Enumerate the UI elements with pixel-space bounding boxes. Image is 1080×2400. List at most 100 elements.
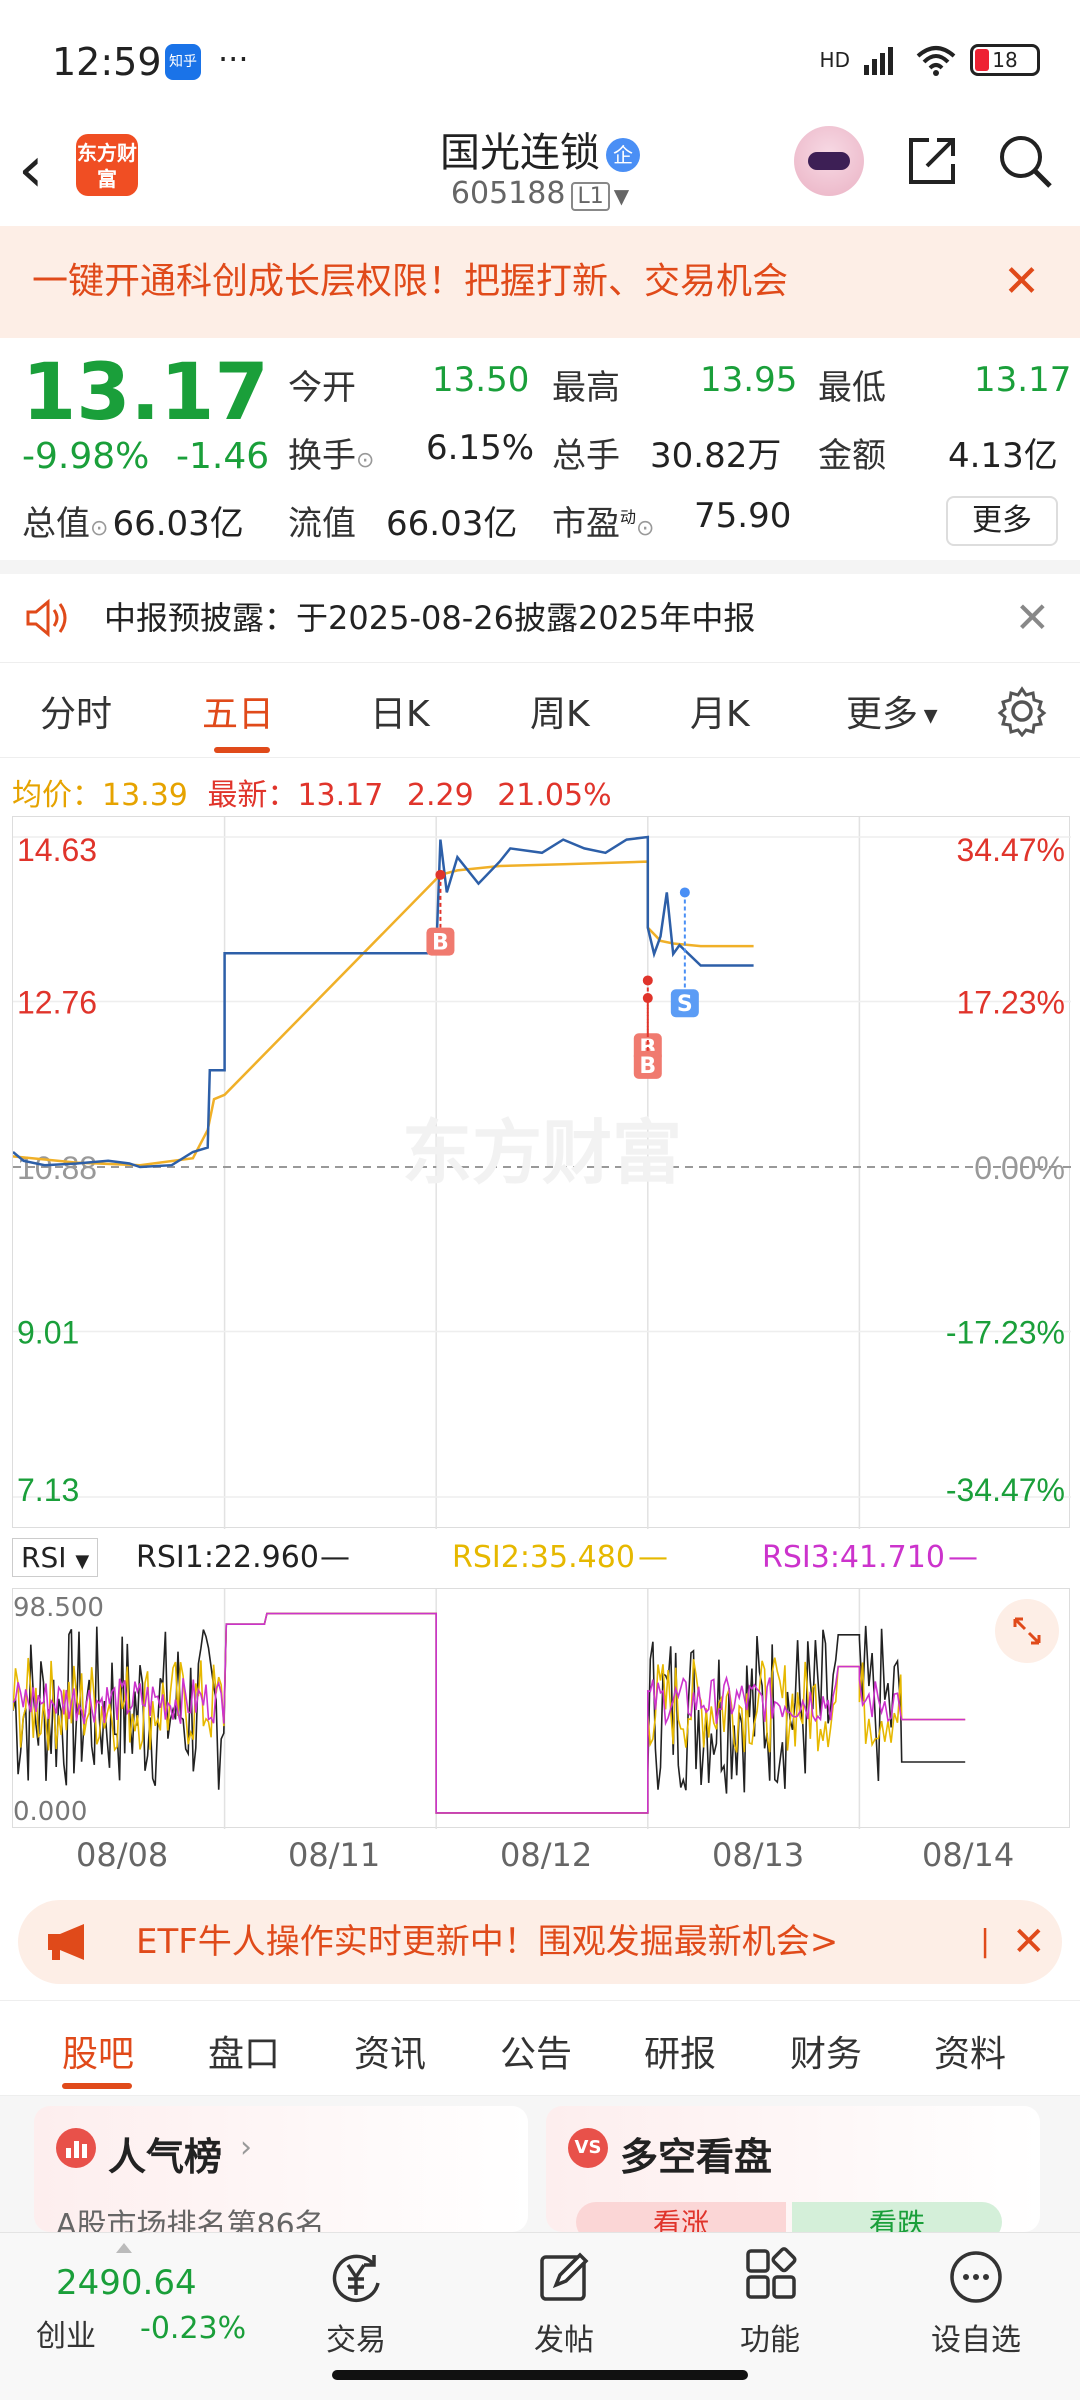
more-button[interactable]: 更多	[946, 496, 1058, 546]
bull-bear-card[interactable]: VS 多空看盘 看涨 看跌	[546, 2106, 1040, 2232]
tab-news[interactable]: 资讯	[354, 2025, 426, 2077]
rsi-legend: RSI ▼ RSI1:22.960— RSI2:35.480— RSI3:41.…	[12, 1534, 1070, 1584]
trade-marker-label: B	[432, 931, 449, 956]
five-day-chart[interactable]: 东方财富 14.63 34.47% 12.76 17.23% 10.88 0.00% 9.01…	[12, 816, 1071, 1529]
change-amount: -1.46	[176, 436, 270, 477]
info-icon: ⊙	[636, 516, 655, 541]
y-tick-left: 12.76	[17, 985, 97, 1021]
current-price: 13.17	[22, 348, 269, 438]
signal-icon	[864, 47, 893, 75]
settings-gear-icon[interactable]	[996, 685, 1048, 737]
banner-close-icon[interactable]: ✕	[1003, 226, 1040, 338]
quote-value: 4.13亿	[948, 436, 1058, 476]
rsi-selector[interactable]: RSI ▼	[12, 1538, 99, 1577]
quote-field: 总手	[552, 436, 620, 476]
more-circle-icon	[950, 2251, 1002, 2303]
tab-research[interactable]: 研报	[644, 2025, 716, 2077]
rsi-max-label: 98.500	[13, 1593, 104, 1623]
trade-marker-dot	[435, 869, 446, 880]
nav-trade-label: 交易	[326, 2323, 386, 2358]
trade-marker-dot	[642, 993, 653, 1004]
chart-bar-icon	[56, 2128, 96, 2168]
tab-five-day[interactable]: 五日	[202, 685, 274, 737]
popularity-card[interactable]: 人气榜 › A股市场排名第86名	[34, 2106, 528, 2232]
battery-icon: 18	[970, 44, 1040, 76]
info-icon: ⊙	[90, 516, 109, 541]
divider	[0, 560, 1080, 574]
tab-pankou[interactable]: 盘口	[208, 2025, 280, 2077]
info-icon: ⊙	[356, 448, 375, 473]
bullish-button[interactable]: 看涨	[576, 2202, 786, 2232]
tab-guba[interactable]: 股吧	[62, 2025, 134, 2077]
notice-close-icon[interactable]: ✕	[1015, 574, 1050, 662]
caret-down-icon: ▼	[75, 1551, 90, 1572]
y-tick-left: 9.01	[17, 1315, 79, 1351]
nav-functions[interactable]: 功能	[700, 2247, 840, 2359]
bearish-button[interactable]: 看跌	[792, 2202, 1002, 2232]
avg-price: 13.39	[102, 778, 188, 813]
y-tick-left: 10.88	[17, 1150, 97, 1186]
nav-add-watchlist[interactable]: 设自选	[906, 2247, 1046, 2359]
rsi1-line	[12, 1612, 966, 1814]
etf-close-icon[interactable]: ✕	[1012, 1900, 1046, 1984]
tab-fenshi[interactable]: 分时	[40, 685, 112, 737]
enterprise-badge: 企	[606, 138, 640, 172]
index-name: 创业	[36, 2319, 96, 2354]
popularity-rank: A股市场排名第86名	[56, 2208, 325, 2232]
notice-bar[interactable]: 中报预披露：于2025-08-26披露2025年中报 ✕	[0, 574, 1080, 662]
y-tick-left: 7.13	[17, 1472, 79, 1508]
status-time: 12:59	[52, 40, 162, 84]
popularity-title: 人气榜	[108, 2135, 223, 2179]
rsi3-value: RSI3:41.710	[762, 1540, 945, 1575]
search-icon[interactable]	[996, 132, 1054, 190]
dropdown-caret-icon[interactable]: ▼	[614, 184, 629, 208]
price-summary: 均价：13.39 最新：13.17 2.29 21.05%	[12, 778, 612, 813]
tab-weekly-k[interactable]: 周K	[530, 685, 590, 737]
latest-change: 2.29	[406, 778, 474, 813]
tab-announcements[interactable]: 公告	[500, 2025, 572, 2077]
change-percent: -9.98%	[22, 436, 150, 477]
nav-functions-label: 功能	[740, 2323, 800, 2358]
feature-cards: 人气榜 › A股市场排名第86名 VS 多空看盘 看涨 看跌	[0, 2096, 1080, 2232]
assistant-robot-icon[interactable]	[794, 126, 864, 196]
rsi1-value: RSI1:22.960	[136, 1540, 319, 1575]
quote-panel: 13.17 -9.98% -1.46 今开 13.50 最高 13.95 最低 …	[0, 338, 1080, 560]
promo-banner[interactable]: 一键开通科创成长层权限！把握打新、交易机会 ✕	[0, 226, 1080, 338]
trade-marker-dot	[679, 887, 690, 898]
tab-finance[interactable]: 财务	[790, 2025, 862, 2077]
quote-value: 6.15%	[426, 428, 535, 468]
rsi-min-label: 0.000	[13, 1797, 88, 1827]
nav-trade[interactable]: 交易	[286, 2247, 426, 2359]
quote-field: 最低	[818, 368, 886, 408]
share-icon[interactable]	[905, 134, 959, 188]
expand-icon[interactable]	[995, 1599, 1059, 1663]
status-bar: 12:59 知乎 ··· HD 18	[0, 0, 1080, 120]
tab-profile[interactable]: 资料	[934, 2025, 1006, 2077]
trade-marker-label: S	[677, 992, 693, 1017]
tab-monthly-k[interactable]: 月K	[690, 685, 750, 737]
promo-banner-text: 一键开通科创成长层权限！把握打新、交易机会	[32, 261, 789, 302]
status-indicators: HD 18	[820, 44, 1040, 76]
tab-more[interactable]: 更多 ▼	[846, 685, 938, 737]
grid-apps-icon	[746, 2247, 797, 2299]
index-value: 2490.64	[56, 2263, 197, 2303]
etf-banner[interactable]: ETF牛人操作实时更新中！围观发掘最新机会> | ✕	[18, 1900, 1062, 1984]
active-tab-underline	[214, 747, 270, 753]
rsi-chart[interactable]: 98.500 0.000	[12, 1588, 1070, 1829]
battery-level: 18	[992, 48, 1018, 72]
nav-post[interactable]: 发帖	[494, 2247, 634, 2359]
y-tick-right: 34.47%	[956, 832, 1065, 868]
date-label: 08/11	[288, 1836, 381, 1874]
quote-value: 13.95	[700, 360, 798, 400]
quote-value: 66.03亿	[386, 504, 518, 544]
date-label: 08/08	[76, 1836, 169, 1874]
feed-tabs: 股吧 盘口 资讯 公告 研报 财务 资料	[0, 2000, 1080, 2096]
quote-field: 换手⊙	[288, 436, 375, 476]
etf-banner-text: ETF牛人操作实时更新中！围观发掘最新机会>	[136, 1922, 839, 1962]
home-indicator	[332, 2370, 748, 2380]
latest-change-pct: 21.05%	[497, 778, 612, 813]
trade-yen-icon	[332, 2254, 380, 2303]
y-tick-right: -17.23%	[946, 1315, 1065, 1351]
tab-daily-k[interactable]: 日K	[370, 685, 430, 737]
index-change: -0.23%	[140, 2311, 247, 2346]
